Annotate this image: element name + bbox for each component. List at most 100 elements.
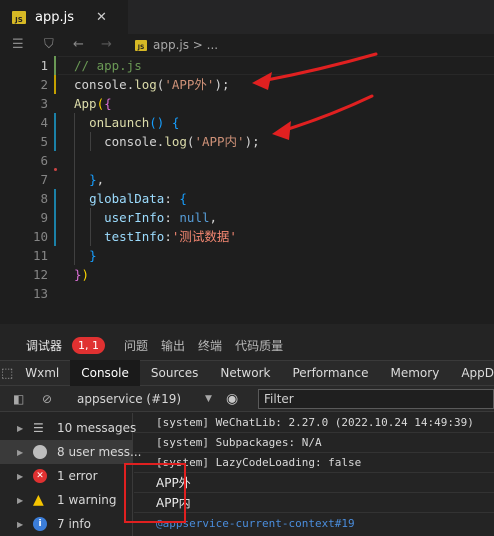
tab-output[interactable]: 输出 (161, 337, 185, 354)
list-icon: ☰ (33, 421, 44, 435)
devtools-sub-tabs: ⬚ Wxml Console Sources Network Performan… (0, 360, 494, 386)
code-token: testInfo (104, 229, 165, 244)
close-icon[interactable]: ✕ (96, 10, 107, 25)
code-line: 6 (0, 151, 494, 170)
code-token: } (74, 267, 82, 282)
tab-performance[interactable]: Performance (281, 360, 379, 386)
code-token: , (96, 172, 105, 187)
code-token: ); (244, 134, 260, 149)
line-number: 4 (40, 115, 48, 130)
tab-debugger[interactable]: 调试器 (26, 337, 62, 354)
tab-terminal[interactable]: 终端 (198, 337, 222, 354)
js-file-icon: JS (135, 39, 147, 51)
code-line: 3 App({ (0, 94, 494, 113)
code-token: { (179, 191, 187, 206)
bookmark-icon[interactable]: ⛉ (44, 37, 54, 52)
code-token: } (89, 248, 97, 263)
code-token: : (164, 191, 180, 206)
breadcrumb[interactable]: JS app.js > ... (135, 38, 218, 52)
code-token: ( (96, 96, 105, 111)
sidebar-item-info[interactable]: ▶ i 7 info (0, 512, 133, 536)
warning-icon: ▲ (33, 492, 44, 508)
code-token: { (171, 115, 180, 130)
console-line: [system] WeChatLib: 2.27.0 (2022.10.24 1… (134, 413, 494, 433)
line-number: 9 (40, 210, 48, 225)
code-editor[interactable]: 1 // app.js 2 console.log('APP外'); 3 App… (0, 56, 494, 324)
line-number: 12 (32, 267, 48, 282)
sidebar-item-label: 1 error (57, 469, 98, 483)
list-icon[interactable]: ☰ (12, 37, 24, 52)
tab-label: app.js (35, 10, 74, 25)
code-line: 8 globalData: { (0, 189, 494, 208)
tab-app-js[interactable]: JS app.js ✕ (0, 0, 128, 35)
line-number: 5 (40, 134, 48, 149)
code-line: 5 console.log('APP内'); (0, 132, 494, 151)
tab-code-quality[interactable]: 代码质量 (235, 337, 283, 354)
code-string: 'APP内' (194, 134, 245, 149)
tab-sources[interactable]: Sources (140, 360, 209, 386)
line-number: 11 (32, 248, 48, 263)
sidebar-item-user-messages[interactable]: ▶ 8 user mess... (0, 440, 141, 464)
sidebar-item-errors[interactable]: ▶ ✕ 1 error (0, 464, 133, 488)
clear-console-icon[interactable]: ⊘ (42, 392, 52, 406)
tab-problems[interactable]: 问题 (124, 337, 148, 354)
code-token: onLaunch (89, 115, 150, 130)
tab-console[interactable]: Console (70, 360, 140, 386)
code-line: 11 } (0, 246, 494, 265)
inspect-icon[interactable]: ⬚ (0, 366, 14, 381)
code-string: '测试数据' (171, 229, 237, 244)
tab-network[interactable]: Network (209, 360, 281, 386)
filter-input[interactable]: Filter (258, 389, 494, 409)
code-line: 2 console.log('APP外'); (0, 75, 494, 94)
sidebar-item-messages[interactable]: ▶ ☰ 10 messages (0, 416, 137, 440)
code-token: ); (214, 77, 230, 92)
back-arrow-icon[interactable]: ← (73, 37, 84, 52)
line-number: 10 (32, 229, 48, 244)
line-number: 7 (40, 172, 48, 187)
sidebar-item-warnings[interactable]: ▶ ▲ 1 warning (0, 488, 133, 512)
code-line: 9 userInfo: null, (0, 208, 494, 227)
line-number: 13 (32, 286, 48, 301)
line-number: 1 (40, 58, 48, 73)
sidebar-item-label: 7 info (57, 517, 91, 531)
code-token: } (89, 172, 97, 187)
tab-wxml[interactable]: Wxml (14, 360, 70, 386)
code-line: 4 onLaunch() { (0, 113, 494, 132)
breadcrumb-bar: ☰ ⛉ ← → JS app.js > ... (0, 35, 494, 56)
sidebar-toggle-icon[interactable]: ◧ (13, 392, 24, 406)
code-line: 13 (0, 284, 494, 303)
code-line: 1 // app.js (0, 56, 494, 75)
tab-memory[interactable]: Memory (380, 360, 451, 386)
expand-icon: ▶ (17, 519, 24, 529)
chevron-down-icon[interactable]: ▼ (205, 394, 212, 404)
context-select[interactable]: appservice (#19) (77, 392, 181, 406)
tab-appdata[interactable]: AppD (450, 360, 494, 386)
eye-icon[interactable]: ◉ (226, 391, 238, 407)
error-badge: 1, 1 (72, 336, 106, 354)
line-number: 6 (40, 153, 48, 168)
code-token: null (179, 210, 210, 225)
code-token: log (134, 77, 157, 92)
sidebar-item-label: 1 warning (57, 493, 117, 507)
forward-arrow-icon[interactable]: → (101, 37, 112, 52)
annotation-highlight-box (124, 463, 186, 523)
expand-icon: ▶ (17, 447, 24, 457)
code-token: : (164, 229, 172, 244)
code-token: console (74, 77, 127, 92)
devtools-tab-bar: 调试器 1, 1 问题 输出 终端 代码质量 (0, 331, 494, 359)
line-number: 3 (40, 96, 48, 111)
editor-tab-bar: JS app.js ✕ (0, 0, 494, 35)
code-token: App (74, 96, 97, 111)
expand-icon: ▶ (17, 495, 24, 505)
user-icon (33, 445, 47, 459)
console-context-link[interactable]: @appservice-current-context#19 (134, 514, 494, 534)
console-line: [system] Subpackages: N/A (134, 433, 494, 453)
console-output: [system] WeChatLib: 2.27.0 (2022.10.24 1… (134, 413, 494, 536)
code-token: , (209, 210, 218, 225)
code-token: { (104, 96, 112, 111)
sidebar-item-label: 10 messages (57, 421, 137, 435)
code-line: 12 }) (0, 265, 494, 284)
code-token: console (104, 134, 157, 149)
code-token: userInfo (104, 210, 165, 225)
breadcrumb-path: app.js > ... (153, 38, 219, 52)
